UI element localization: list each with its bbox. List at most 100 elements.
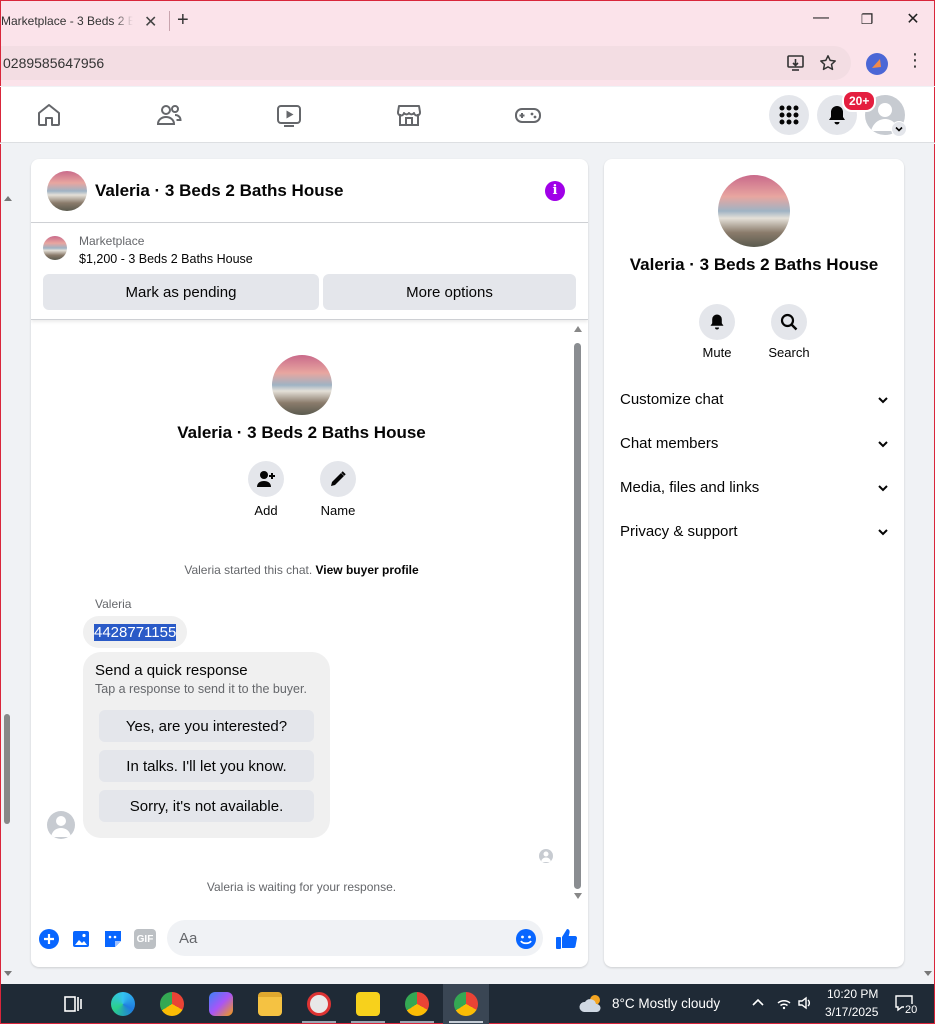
- conversation-area: Valeria · 3 Beds 2 Baths House Add Name …: [31, 321, 588, 901]
- weather-cloud-icon[interactable]: [579, 992, 605, 1016]
- home-icon[interactable]: [35, 101, 63, 129]
- notification-badge: 20+: [842, 90, 877, 112]
- browser-menu-icon[interactable]: ⋮: [906, 50, 924, 71]
- chevron-down-icon: [895, 126, 903, 132]
- sender-name: Valeria: [95, 597, 132, 611]
- notification-count: 20: [904, 1004, 919, 1016]
- clock-date[interactable]: 3/17/2025: [825, 1005, 878, 1019]
- chevron-down-icon: [878, 484, 888, 491]
- chevron-up-icon[interactable]: [751, 996, 765, 1010]
- message-text: 4428771155: [94, 623, 177, 641]
- name-label: Name: [320, 503, 356, 518]
- video-icon[interactable]: [275, 101, 303, 129]
- gaming-icon[interactable]: [514, 101, 542, 129]
- weather-text[interactable]: 8°C Mostly cloudy: [612, 996, 720, 1011]
- chat-members-row[interactable]: Chat members: [620, 435, 890, 452]
- volume-icon[interactable]: [797, 995, 813, 1011]
- quick-response-not-available[interactable]: Sorry, it's not available.: [99, 790, 314, 822]
- scroll-up-arrow-icon[interactable]: [3, 194, 13, 202]
- browser-tab[interactable]: Marketplace - 3 Beds 2 Ba ✕: [1, 1, 169, 41]
- bookmark-star-icon[interactable]: [819, 54, 837, 72]
- mark-as-pending-button[interactable]: Mark as pending: [43, 274, 319, 310]
- wifi-icon[interactable]: [776, 995, 792, 1011]
- default-user-icon: [51, 816, 71, 837]
- info-icon[interactable]: i: [545, 181, 565, 201]
- view-buyer-profile-link[interactable]: View buyer profile: [316, 563, 419, 577]
- message-bubble[interactable]: 4428771155: [83, 616, 188, 648]
- clock-time[interactable]: 10:20 PM: [827, 987, 878, 1001]
- copilot-icon[interactable]: [209, 992, 233, 1016]
- file-explorer-icon[interactable]: [258, 992, 282, 1016]
- scroll-down-arrow-icon[interactable]: [923, 970, 933, 978]
- emoji-icon[interactable]: [515, 928, 537, 950]
- conv-scroll-down-icon[interactable]: [574, 893, 582, 900]
- chat-title[interactable]: Valeria · 3 Beds 2 Baths House: [95, 181, 344, 201]
- sender-avatar[interactable]: [47, 811, 75, 839]
- marketplace-icon[interactable]: [395, 101, 423, 129]
- add-label: Add: [254, 503, 278, 518]
- search-button[interactable]: [771, 304, 807, 340]
- menu-grid-button[interactable]: [769, 95, 809, 135]
- edge-icon[interactable]: [111, 992, 135, 1016]
- install-app-icon[interactable]: [787, 54, 805, 72]
- close-window-button[interactable]: ✕: [903, 9, 923, 29]
- chrome-active-icon[interactable]: [454, 992, 478, 1016]
- conversation-scroll-thumb[interactable]: [574, 343, 581, 889]
- friends-icon[interactable]: [155, 101, 183, 129]
- chat-avatar[interactable]: [47, 171, 87, 211]
- minimize-button[interactable]: —: [811, 9, 831, 27]
- more-options-button[interactable]: More options: [323, 274, 576, 310]
- page-scrollbar[interactable]: [0, 144, 14, 984]
- quick-response-yes[interactable]: Yes, are you interested?: [99, 710, 314, 742]
- waiting-message: Valeria is waiting for your response.: [206, 880, 397, 894]
- privacy-support-row[interactable]: Privacy & support: [620, 523, 890, 540]
- chrome-profile-icon[interactable]: [405, 992, 429, 1016]
- new-tab-button[interactable]: +: [177, 9, 189, 32]
- account-chevron[interactable]: [891, 121, 907, 137]
- right-scrollbar[interactable]: [921, 144, 935, 984]
- mute-label: Mute: [702, 345, 732, 360]
- customize-chat-row[interactable]: Customize chat: [620, 391, 890, 408]
- task-view-icon[interactable]: [61, 992, 85, 1016]
- gif-button[interactable]: GIF: [134, 929, 156, 949]
- media-files-links-row[interactable]: Media, files and links: [620, 479, 890, 496]
- add-person-icon: [257, 471, 275, 487]
- extension-icon[interactable]: [866, 53, 888, 75]
- browser-titlebar: Marketplace - 3 Beds 2 Ba ✕ + — ❐ ✕: [0, 0, 935, 40]
- thumbs-up-icon[interactable]: [554, 927, 578, 951]
- photo-icon[interactable]: [70, 928, 92, 950]
- quick-response-in-talks[interactable]: In talks. I'll let you know.: [99, 750, 314, 782]
- mute-button[interactable]: [699, 304, 735, 340]
- conv-scroll-up-icon[interactable]: [574, 325, 582, 332]
- facebook-top-nav: [0, 87, 935, 143]
- name-chat-button[interactable]: [320, 461, 356, 497]
- address-bar-row: 0289585647956: [0, 40, 935, 86]
- profile-avatar[interactable]: [272, 355, 332, 415]
- message-input[interactable]: Aa: [167, 920, 543, 956]
- listing-thumbnail[interactable]: [43, 236, 67, 260]
- privacy-support-label: Privacy & support: [620, 523, 738, 540]
- info-title: Valeria · 3 Beds 2 Baths House: [629, 255, 879, 274]
- listing-price-title[interactable]: $1,200 - 3 Beds 2 Baths House: [79, 252, 253, 266]
- info-avatar[interactable]: [718, 175, 790, 247]
- pencil-icon: [331, 471, 346, 486]
- sticky-notes-icon[interactable]: [356, 992, 380, 1016]
- message-input-placeholder: Aa: [179, 929, 198, 947]
- tab-close-icon[interactable]: ✕: [144, 12, 157, 32]
- url-text: 0289585647956: [3, 55, 105, 71]
- tab-separator: [169, 11, 170, 31]
- plus-circle-icon[interactable]: [38, 928, 60, 950]
- url-input[interactable]: 0289585647956: [1, 46, 851, 80]
- chrome-icon[interactable]: [160, 992, 184, 1016]
- chat-panel: Valeria · 3 Beds 2 Baths House i Marketp…: [31, 159, 588, 967]
- sticker-icon[interactable]: [102, 928, 124, 950]
- add-people-button[interactable]: [248, 461, 284, 497]
- maximize-button[interactable]: ❐: [857, 11, 877, 28]
- media-files-links-label: Media, files and links: [620, 479, 760, 496]
- scroll-down-arrow-icon[interactable]: [3, 970, 13, 978]
- started-text: Valeria started this chat.: [184, 563, 313, 577]
- quick-response-card: Send a quick response Tap a response to …: [83, 652, 330, 838]
- bell-icon: [710, 314, 724, 330]
- paint-icon[interactable]: [307, 992, 331, 1016]
- page-scroll-thumb[interactable]: [4, 714, 10, 824]
